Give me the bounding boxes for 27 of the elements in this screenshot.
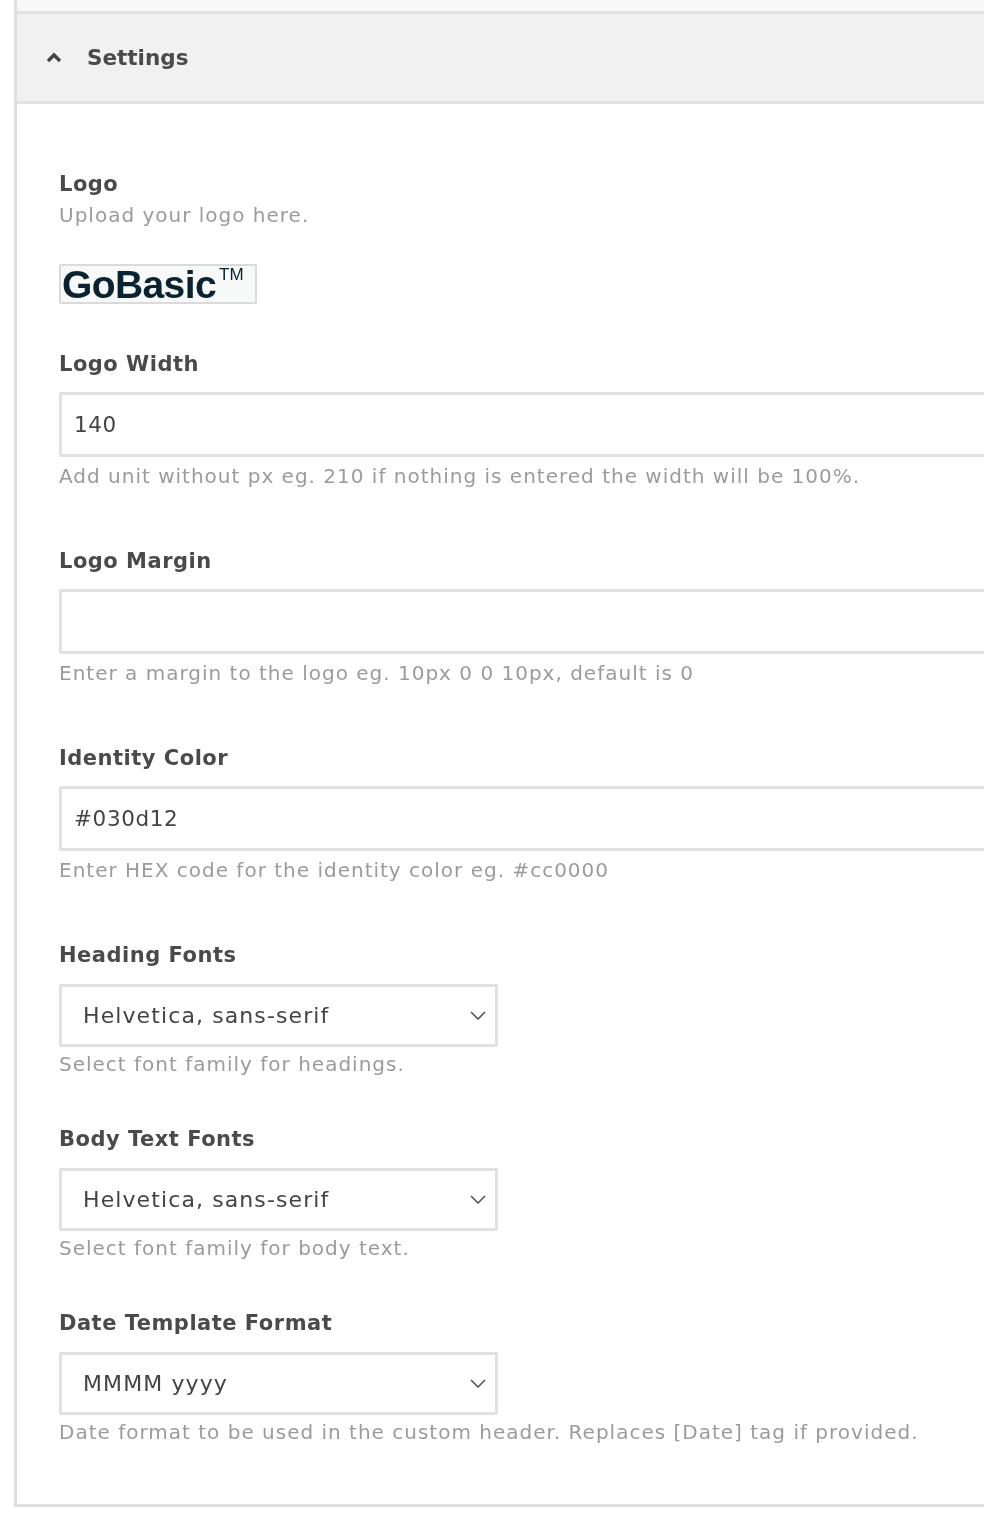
- chevron-up-icon: [46, 52, 62, 63]
- dropdown-select[interactable]: MMMM yyyy: [59, 1352, 498, 1415]
- help-text: Select font family for headings.: [59, 1051, 405, 1078]
- field-label: Body Text Fonts: [59, 1126, 256, 1153]
- field-label: Logo: [59, 171, 119, 198]
- help-text: Enter HEX code for the identity color eg. #cc0000: [59, 857, 610, 884]
- help-text: Add unit without px eg. 210 if nothing is entered the width will be 100%.: [59, 463, 861, 490]
- dropdown-select[interactable]: Helvetica, sans-serif: [59, 1168, 498, 1231]
- help-text: Select font family for body text.: [59, 1235, 410, 1262]
- field-label: Logo Width: [59, 351, 199, 378]
- text-field[interactable]: #030d12: [59, 786, 984, 851]
- field-label: Date Template Format: [59, 1310, 333, 1337]
- chevron-down-icon: [470, 1195, 486, 1204]
- trademark-mark: TM: [219, 266, 244, 283]
- field-label: Identity Color: [59, 745, 229, 772]
- field-label: Heading Fonts: [59, 942, 237, 969]
- chevron-down-icon: [470, 1379, 486, 1388]
- help-text: Date format to be used in the custom header. Replaces [Date] tag if provided.: [59, 1419, 919, 1446]
- help-text: Enter a margin to the logo eg. 10px 0 0 10px, default is 0: [59, 660, 694, 687]
- logo-wordmark: GoBasic: [62, 266, 217, 303]
- chevron-down-icon: [470, 1011, 486, 1020]
- section-header[interactable]: Settings: [17, 14, 984, 104]
- help-text: Upload your logo here.: [59, 202, 310, 229]
- text-field[interactable]: [59, 589, 984, 654]
- field-label: Logo Margin: [59, 548, 212, 575]
- dropdown-select[interactable]: Helvetica, sans-serif: [59, 984, 498, 1047]
- text-field[interactable]: 140: [59, 392, 984, 457]
